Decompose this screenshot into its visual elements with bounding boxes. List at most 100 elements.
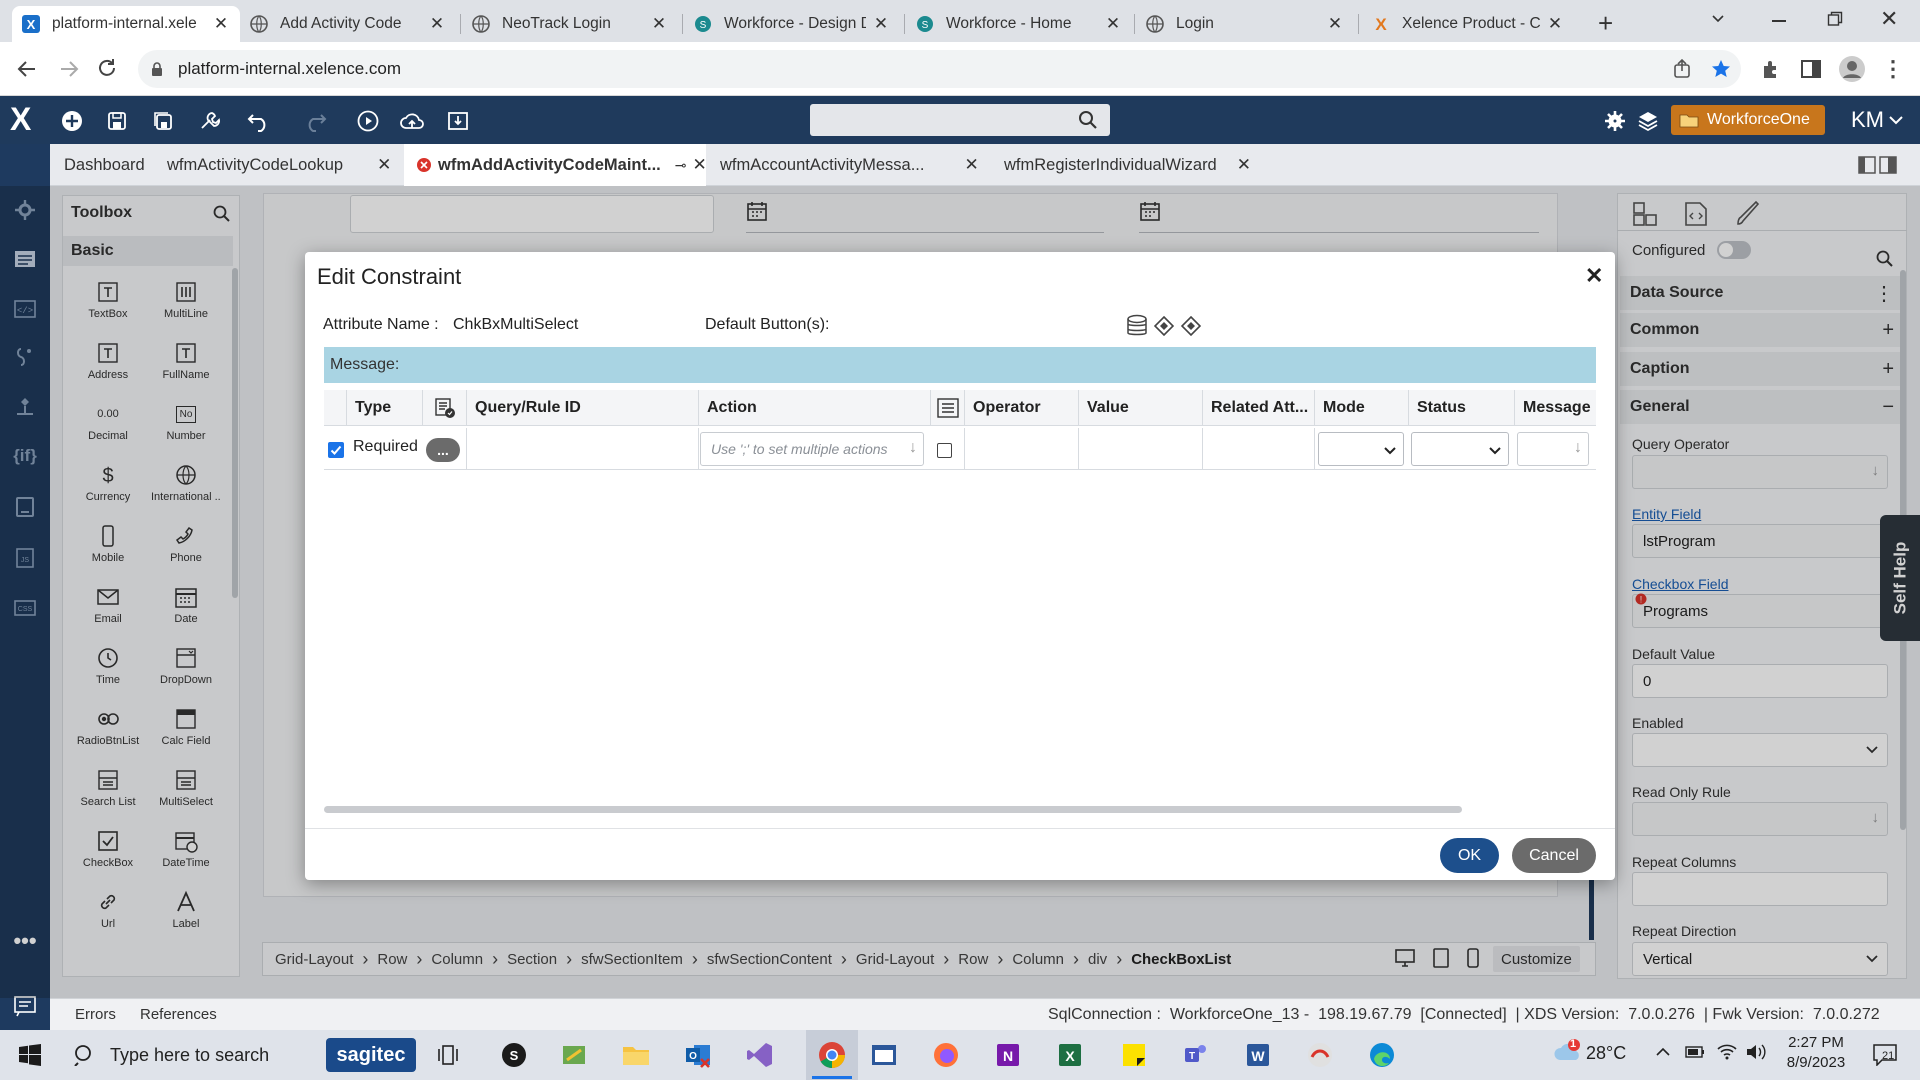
save-icon[interactable] [104,108,130,134]
battery-icon[interactable] [1685,1045,1705,1059]
browser-tab-platform[interactable]: X platform-internal.xele ✕ [12,6,240,42]
column-operator[interactable]: Operator [964,390,1078,426]
workspace-selector[interactable]: WorkforceOne [1671,105,1825,135]
column-rule-icon[interactable] [422,390,466,426]
address-bar[interactable]: platform-internal.xelence.com [138,50,1741,88]
add-circle-icon[interactable] [59,108,85,134]
close-window-icon[interactable]: ✕ [1880,6,1898,32]
close-icon[interactable]: ✕ [377,155,391,175]
ellipsis-button[interactable]: ... [426,438,460,462]
clock[interactable]: 2:27 PM 8/9/2023 [1778,1034,1854,1071]
action-input[interactable]: Use ';' to set multiple actions ↓ [700,432,924,466]
task-view-icon[interactable] [430,1037,466,1073]
back-arrow-icon[interactable] [16,58,38,80]
diamond-icon[interactable] [1154,316,1174,336]
redo-icon[interactable] [302,108,328,134]
column-status[interactable]: Status [1408,390,1514,426]
profile-avatar-icon[interactable] [1838,55,1866,83]
visual-studio-icon[interactable] [742,1037,778,1073]
chrome-icon[interactable] [814,1037,850,1073]
inbox-download-icon[interactable] [445,108,471,134]
doc-tab-add-activity-maint[interactable]: wfmAddActivityCodeMaint... ⊸ ✕ [404,144,707,186]
status-select[interactable] [1411,432,1509,466]
database-icon[interactable] [1126,314,1148,338]
reload-icon[interactable] [96,57,118,79]
windows-start-icon[interactable] [12,1037,48,1073]
excel-icon[interactable]: X [1052,1037,1088,1073]
doc-tab-register-wizard[interactable]: wfmRegisterIndividualWizard ✕ [992,144,1272,186]
column-message[interactable]: Message ... [1514,390,1596,426]
close-icon[interactable]: ✕ [693,155,707,175]
row-select-checkbox[interactable] [328,442,344,458]
browser-menu-icon[interactable]: ⋮ [1882,56,1904,82]
close-tab-icon[interactable]: ✕ [1546,14,1564,34]
new-tab-icon[interactable]: + [1598,8,1613,39]
browser-tab-workforce-home[interactable]: S Workforce - Home ✕ [906,6,1132,42]
cancel-button[interactable]: Cancel [1512,838,1596,873]
ok-button[interactable]: OK [1440,838,1499,873]
column-mode[interactable]: Mode [1314,390,1408,426]
browser-tab-login[interactable]: Login ✕ [1136,6,1354,42]
app-s3-icon[interactable]: S [496,1037,532,1073]
restore-icon[interactable] [1827,11,1843,27]
close-tab-icon[interactable]: ✕ [872,14,890,34]
undo-icon[interactable] [246,108,272,134]
forward-arrow-icon[interactable] [58,58,80,80]
grid-horizontal-scrollbar[interactable] [324,806,1462,813]
play-icon[interactable] [355,108,381,134]
browser-tab-xelence-product[interactable]: X Xelence Product - Co ✕ [1362,6,1574,42]
save-all-icon[interactable] [150,108,176,134]
file-explorer-icon[interactable] [618,1037,654,1073]
app-window-icon[interactable] [866,1037,902,1073]
close-tab-icon[interactable]: ✕ [212,14,230,34]
references-tab[interactable]: References [140,1006,217,1023]
wrench-icon[interactable] [196,108,222,134]
app-search-input[interactable] [810,104,1110,136]
word-icon[interactable]: W [1240,1037,1276,1073]
pin-icon[interactable]: ⊸ [675,157,687,174]
search-icon[interactable] [1078,110,1098,130]
browser-tab-neotrack[interactable]: NeoTrack Login ✕ [462,6,678,42]
doc-tab-activity-lookup[interactable]: wfmActivityCodeLookup ✕ [155,144,403,186]
message-field[interactable]: ↓ [1517,432,1589,466]
cloud-upload-icon[interactable] [399,108,425,134]
chevron-up-icon[interactable] [1655,1045,1671,1059]
close-tab-icon[interactable]: ✕ [1104,14,1122,34]
gear-icon[interactable] [1602,108,1628,134]
wifi-icon[interactable] [1716,1042,1738,1060]
browser-tab-add-activity[interactable]: Add Activity Code ✕ [240,6,456,42]
close-tab-icon[interactable]: ✕ [428,14,446,34]
bookmark-star-icon[interactable] [1710,58,1732,80]
user-menu[interactable]: KM [1851,107,1904,133]
outlook-icon[interactable]: O [680,1037,716,1073]
split-layout-icon[interactable] [1858,156,1898,174]
doc-tab-account-activity[interactable]: wfmAccountActivityMessa... ✕ [708,144,986,186]
teams-icon[interactable]: T [1178,1037,1214,1073]
chevron-down-icon[interactable] [1710,10,1726,26]
extensions-puzzle-icon[interactable] [1760,58,1782,80]
share-icon[interactable] [1672,59,1692,79]
sagitec-button[interactable]: sagitec [326,1038,416,1072]
layers-icon[interactable] [1635,108,1661,134]
sticky-notes-icon[interactable] [1116,1037,1152,1073]
diamond-icon[interactable] [1181,316,1201,336]
column-related-attribute[interactable]: Related Att... [1202,390,1314,426]
column-action[interactable]: Action [698,390,930,426]
column-query-rule-id[interactable]: Query/Rule ID [466,390,698,426]
close-tab-icon[interactable]: ✕ [650,14,668,34]
close-tab-icon[interactable]: ✕ [1326,14,1344,34]
column-type[interactable]: Type [346,390,422,426]
mode-select[interactable] [1318,432,1404,466]
edge-icon[interactable] [1364,1037,1400,1073]
minimize-icon[interactable] [1772,20,1786,22]
column-value[interactable]: Value [1078,390,1202,426]
firefox-icon[interactable] [928,1037,964,1073]
weather-icon[interactable] [1552,1038,1582,1066]
browser-tab-workforce-design[interactable]: S Workforce - Design D ✕ [684,6,900,42]
app-tools-icon[interactable] [556,1037,592,1073]
column-list-icon[interactable] [930,390,964,426]
close-icon[interactable]: ✕ [1237,155,1251,175]
sidepanel-icon[interactable] [1800,58,1822,80]
app-snip-icon[interactable] [1302,1037,1338,1073]
volume-icon[interactable] [1745,1043,1767,1061]
